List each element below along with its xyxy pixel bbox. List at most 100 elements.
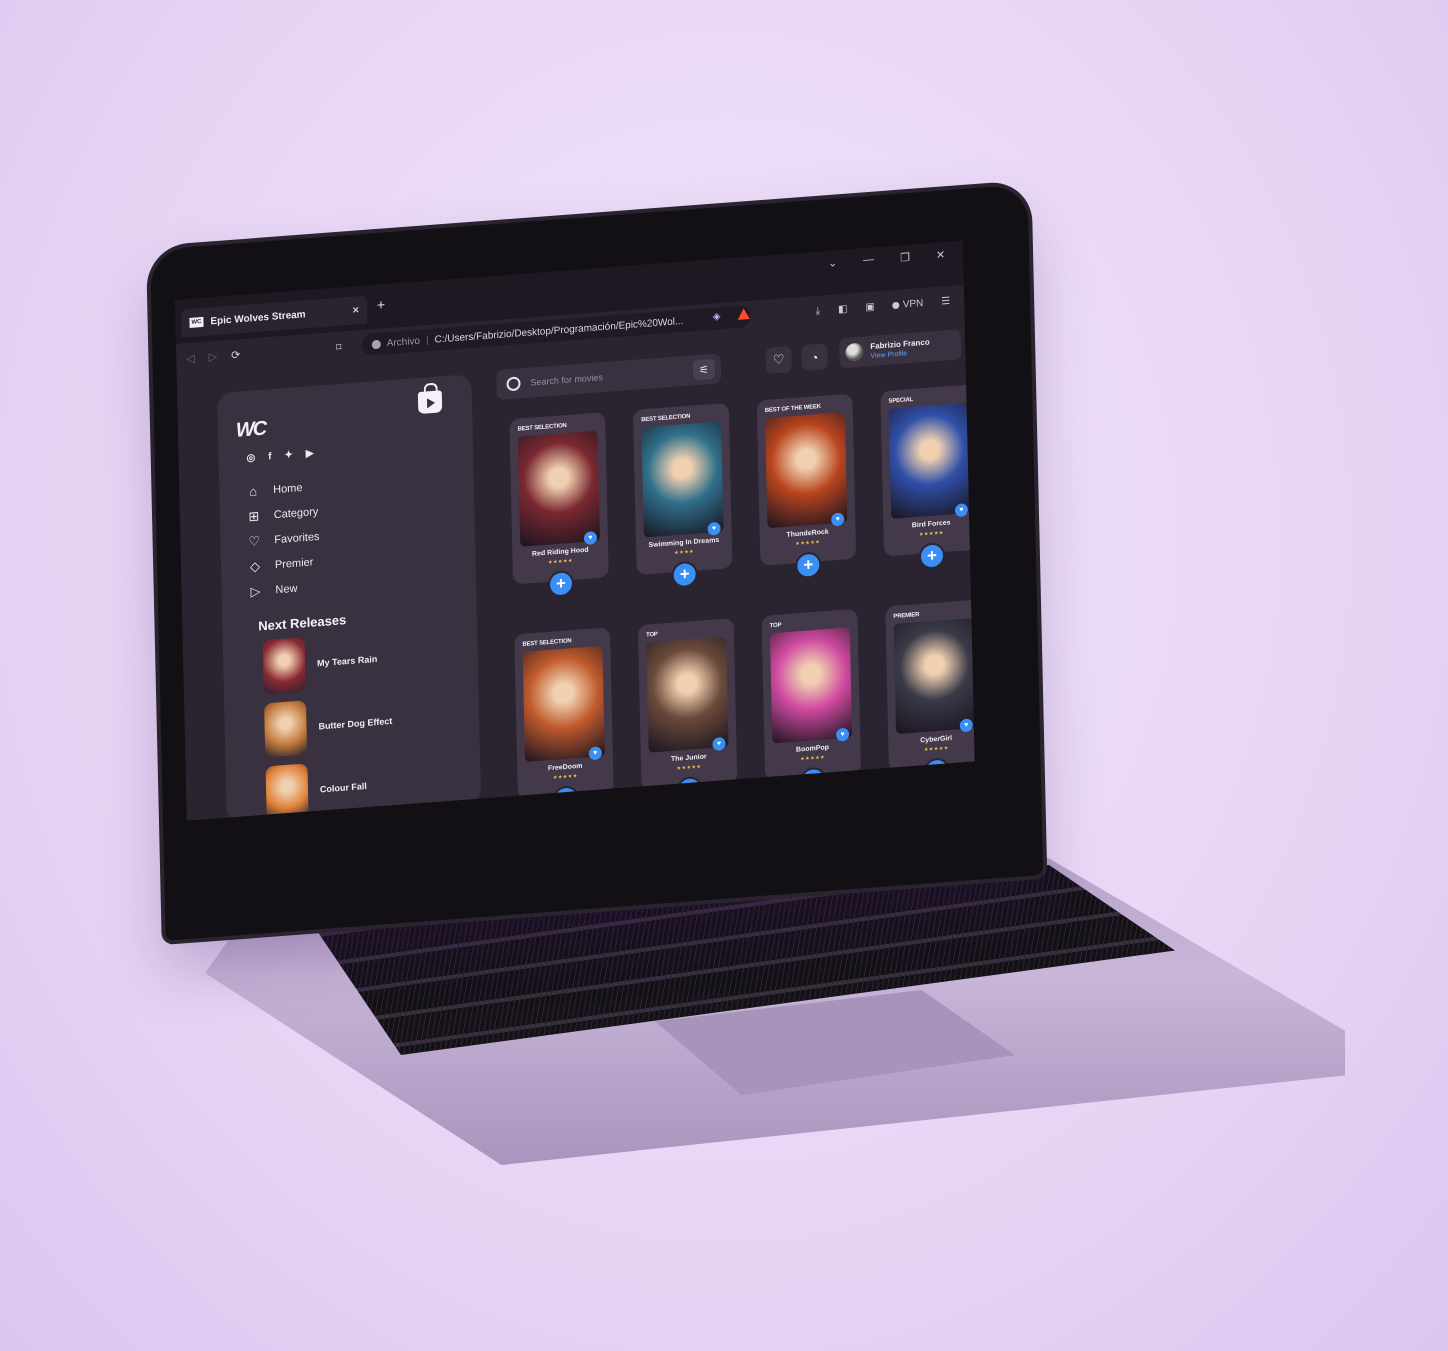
sidebar-item-favorites[interactable]: ♡ Favorites — [246, 528, 319, 551]
shop-bag-icon[interactable] — [417, 390, 443, 415]
movie-poster — [517, 430, 600, 547]
movie-card[interactable]: SPECIAL ♥ Bird Forces ★★★★★ + — [880, 384, 975, 568]
youtube-icon[interactable]: ▶ — [306, 448, 314, 460]
heart-icon: ♡ — [772, 351, 785, 368]
release-name: My Tears Rain — [316, 653, 378, 669]
search-icon — [506, 376, 521, 392]
list-item[interactable]: Butter Dog Effect — [264, 694, 393, 758]
profile-card[interactable]: Fabrizio Franco View Profile — [839, 329, 962, 369]
movie-grid: BEST SELECTION ♥ Red Riding Hood ★★★★★ +… — [509, 384, 975, 811]
movie-tag: BEST OF THE WEEK — [764, 403, 821, 415]
release-name: Butter Dog Effect — [318, 715, 393, 732]
search-bar: ⚟ — [496, 353, 722, 401]
heart-icon: ♡ — [248, 532, 261, 549]
brave-shield-icon[interactable]: ◈ — [713, 311, 721, 323]
forward-icon[interactable]: ▷ — [209, 349, 218, 363]
movie-poster — [646, 636, 729, 753]
add-movie-button[interactable]: + — [673, 562, 696, 587]
sidebar-item-label: New — [275, 582, 298, 596]
new-tab-button[interactable]: + — [377, 296, 386, 313]
category-icon: ⊞ — [248, 507, 260, 524]
release-name: Colour Fall — [319, 780, 367, 795]
movie-tag: BEST SELECTION — [641, 413, 691, 424]
movie-card[interactable]: BEST SELECTION ♥ Swimming In Dreams ★★★★… — [632, 402, 733, 587]
instagram-icon[interactable]: ◎ — [246, 452, 255, 464]
favorite-heart-icon[interactable]: ♥ — [836, 727, 850, 742]
add-movie-button[interactable]: + — [549, 572, 573, 596]
favorite-heart-icon[interactable]: ♥ — [831, 512, 845, 527]
movie-poster — [765, 412, 848, 529]
download-icon[interactable]: ⤓ — [816, 305, 821, 316]
social-links: ◎ f ✦ ▶ — [246, 448, 313, 464]
sidebar-item-label: Home — [273, 481, 303, 496]
info-icon[interactable] — [371, 339, 381, 349]
minimize-icon[interactable]: — — [863, 253, 874, 267]
movie-card[interactable]: BEST SELECTION ♥ FreeDoom ★★★★★ + — [514, 627, 614, 811]
favorite-heart-icon[interactable]: ♥ — [954, 503, 969, 518]
movie-tag: TOP — [646, 631, 658, 639]
favorite-heart-icon[interactable]: ♥ — [583, 531, 598, 546]
twitter-icon[interactable]: ✦ — [284, 450, 293, 462]
release-thumbnail — [264, 700, 308, 758]
back-icon[interactable]: ◁ — [186, 351, 195, 365]
restore-icon[interactable]: ❐ — [900, 251, 910, 265]
list-item[interactable]: My Tears Rain — [262, 631, 392, 695]
sidebar-item-category[interactable]: ⊞ Category — [246, 503, 319, 526]
rewards-icon[interactable] — [737, 307, 750, 320]
next-releases-list: My Tears Rain Butter Dog Effect Colour F… — [262, 631, 395, 821]
movie-tag: SPECIAL — [888, 396, 914, 405]
favorite-heart-icon[interactable]: ♥ — [712, 736, 726, 751]
next-releases-title: Next Releases — [258, 612, 347, 634]
sidebar-item-new[interactable]: ▷ New — [247, 578, 320, 601]
tab-close-icon[interactable]: × — [352, 304, 359, 316]
tab-favicon: WC — [189, 316, 204, 328]
movie-card[interactable]: BEST SELECTION ♥ Red Riding Hood ★★★★★ + — [509, 412, 609, 596]
sidebar-menu: ⌂ Home ⊞ Category ♡ Favorites ◇ Premier … — [245, 478, 321, 601]
laptop-screen: WC Epic Wolves Stream × + ⌄ — ❐ ✕ ◁ ▷ ⟳ … — [175, 240, 975, 821]
movie-tag: PREMIER — [893, 612, 920, 621]
tab-title: Epic Wolves Stream — [210, 308, 306, 327]
tab-search-icon[interactable]: ⌄ — [828, 256, 837, 270]
brand-logo[interactable]: WC — [236, 418, 266, 443]
movie-tag: BEST SELECTION — [517, 422, 567, 433]
favorites-button[interactable]: ♡ — [765, 345, 792, 374]
sidebar-item-home[interactable]: ⌂ Home — [245, 478, 318, 501]
movie-poster — [522, 645, 605, 763]
sidebar-item-premier[interactable]: ◇ Premier — [247, 553, 320, 576]
favorite-heart-icon[interactable]: ♥ — [959, 718, 973, 733]
vpn-icon — [892, 301, 900, 309]
add-movie-button[interactable]: + — [920, 544, 944, 568]
favorite-heart-icon[interactable]: ♥ — [707, 521, 721, 536]
home-icon: ⌂ — [249, 483, 258, 499]
vpn-label: VPN — [902, 297, 924, 310]
movie-card[interactable]: PREMIER ♥ CyberGirl ★★★★★ + — [885, 599, 975, 784]
bookmark-icon[interactable]: ⌑ — [336, 340, 342, 353]
favorite-heart-icon[interactable]: ♥ — [588, 746, 602, 761]
sidebar-icon[interactable]: ◧ — [838, 303, 848, 315]
search-input[interactable] — [528, 365, 683, 389]
movie-poster — [769, 627, 853, 744]
vpn-button[interactable]: VPN — [892, 297, 924, 310]
facebook-icon[interactable]: f — [268, 451, 272, 462]
nav-buttons: ◁ ▷ ⟳ — [186, 348, 240, 365]
avatar — [845, 342, 864, 362]
nav-right-tools: ⤓ ◧ ▣ VPN ☰ — [816, 295, 951, 316]
movie-card[interactable]: BEST OF THE WEEK ♥ ThundeRock ★★★★★ + — [756, 393, 857, 578]
movie-card[interactable]: TOP ♥ BoomPop ★★★★★ + — [761, 608, 862, 793]
close-window-icon[interactable]: ✕ — [936, 248, 945, 262]
sidebar-item-label: Category — [273, 505, 319, 521]
address-scheme-label: Archivo — [386, 335, 421, 349]
movie-tag: TOP — [769, 622, 782, 630]
movie-card[interactable]: TOP ♥ The Junior ★★★★★ + — [637, 618, 738, 802]
cart-button[interactable]: ◔ — [801, 343, 828, 372]
movie-poster — [893, 618, 975, 735]
top-actions: ♡ ◔ — [765, 343, 828, 374]
sidebar-item-label: Premier — [274, 555, 314, 571]
wallet-icon[interactable]: ▣ — [865, 301, 875, 313]
movie-tag: BEST SELECTION — [522, 638, 572, 648]
menu-icon[interactable]: ☰ — [941, 295, 950, 307]
add-movie-button[interactable]: + — [797, 553, 820, 578]
filter-icon[interactable]: ⚟ — [692, 358, 716, 381]
movie-poster — [888, 402, 971, 519]
reload-icon[interactable]: ⟳ — [231, 348, 240, 362]
